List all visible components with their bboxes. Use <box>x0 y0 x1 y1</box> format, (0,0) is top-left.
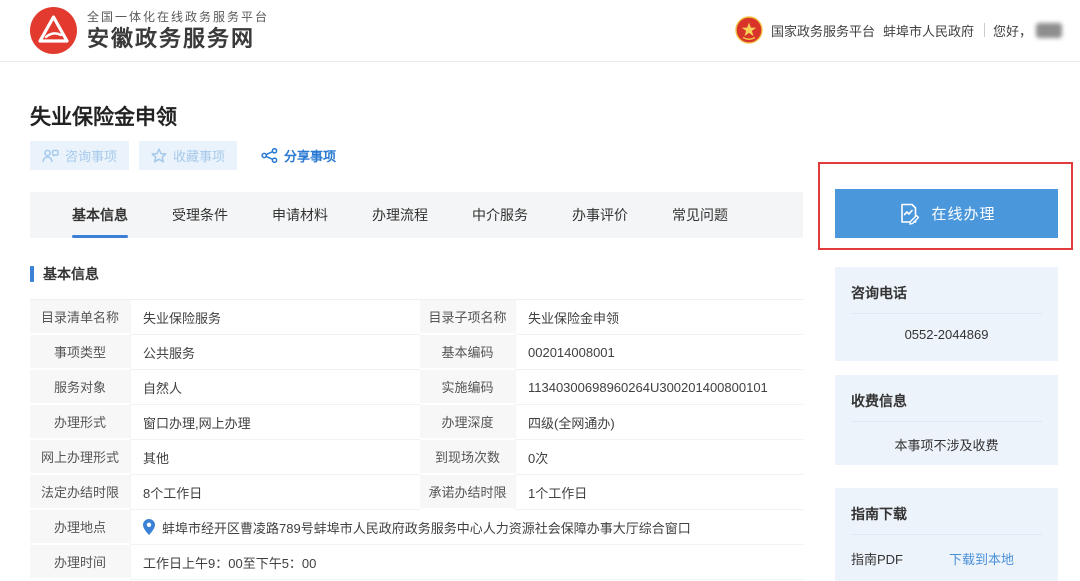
online-apply-button[interactable]: 在线办理 <box>835 189 1058 238</box>
table-value: 其他 <box>130 440 420 475</box>
table-row: 事项类型 公共服务 基本编码 002014008001 <box>30 335 803 370</box>
table-value: 失业保险服务 <box>130 300 420 335</box>
table-label: 到现场次数 <box>420 440 515 475</box>
item-actions: 咨询事项 收藏事项 分享事项 <box>30 141 340 170</box>
card-title: 咨询电话 <box>851 267 1042 314</box>
link-city-government[interactable]: 蚌埠市人民政府 <box>883 21 974 40</box>
tab-label: 办事评价 <box>572 207 628 223</box>
consult-item-label: 咨询事项 <box>65 146 117 165</box>
tab-application-materials[interactable]: 申请材料 <box>250 192 350 238</box>
table-label: 办理深度 <box>420 405 515 440</box>
table-label: 办理形式 <box>30 405 130 440</box>
site-header: 全国一体化在线政务服务平台 安徽政务服务网 国家政务服务平台 蚌埠市人民政府 您… <box>0 0 1080 62</box>
site-logo-icon <box>30 7 77 54</box>
guide-download-card: 指南下载 指南PDF 下载到本地 <box>835 488 1058 581</box>
tab-intermediary-services[interactable]: 中介服务 <box>450 192 550 238</box>
table-value: 11340300698960264U300201400800101 <box>515 370 803 405</box>
share-icon <box>261 148 278 163</box>
share-item-button[interactable]: 分享事项 <box>257 141 340 170</box>
tab-label: 常见问题 <box>672 207 728 223</box>
tab-label: 中介服务 <box>472 207 528 223</box>
download-local-link[interactable]: 下载到本地 <box>949 549 1014 568</box>
consult-item-button[interactable]: 咨询事项 <box>30 141 129 170</box>
page-title: 失业保险金申领 <box>30 101 177 131</box>
share-item-label: 分享事项 <box>284 146 336 165</box>
fee-info-card: 收费信息 本事项不涉及收费 <box>835 375 1058 465</box>
tab-bar: 基本信息 受理条件 申请材料 办理流程 中介服务 办事评价 常见问题 <box>30 192 803 238</box>
table-row: 网上办理形式 其他 到现场次数 0次 <box>30 440 803 475</box>
document-pen-icon <box>897 202 921 226</box>
table-label: 承诺办结时限 <box>420 475 515 510</box>
section-title: 基本信息 <box>43 264 99 284</box>
star-icon <box>151 148 167 163</box>
tab-label: 办理流程 <box>372 207 428 223</box>
table-label: 法定办结时限 <box>30 475 130 510</box>
table-label: 事项类型 <box>30 335 130 370</box>
consult-phone-number: 0552-2044869 <box>851 314 1042 342</box>
favorite-item-button[interactable]: 收藏事项 <box>139 141 237 170</box>
user-bar: 国家政务服务平台 蚌埠市人民政府 您好， <box>735 16 1062 44</box>
table-label: 办理地点 <box>30 510 130 545</box>
tab-label: 基本信息 <box>72 207 128 223</box>
tab-service-evaluation[interactable]: 办事评价 <box>550 192 650 238</box>
brand-logo-group[interactable]: 全国一体化在线政务服务平台 安徽政务服务网 <box>30 7 269 54</box>
table-value: 公共服务 <box>130 335 420 370</box>
section-accent-bar <box>30 266 34 282</box>
guide-pdf-label: 指南PDF <box>851 549 903 568</box>
greeting-text: 您好， <box>993 21 1032 40</box>
fee-info-text: 本事项不涉及收费 <box>851 422 1042 454</box>
table-label: 基本编码 <box>420 335 515 370</box>
tab-label: 申请材料 <box>272 207 328 223</box>
tab-handling-process[interactable]: 办理流程 <box>350 192 450 238</box>
national-emblem-icon <box>735 16 763 44</box>
tab-basic-info[interactable]: 基本信息 <box>50 192 150 238</box>
table-row-time: 办理时间 工作日上午9：00至下午5：00 <box>30 545 803 580</box>
table-label: 目录子项名称 <box>420 300 515 335</box>
table-row: 服务对象 自然人 实施编码 11340300698960264U30020140… <box>30 370 803 405</box>
table-label: 目录清单名称 <box>30 300 130 335</box>
header-divider <box>984 23 985 37</box>
app-root: 全国一体化在线政务服务平台 安徽政务服务网 国家政务服务平台 蚌埠市人民政府 您… <box>0 0 1080 581</box>
table-label: 服务对象 <box>30 370 130 405</box>
site-name: 安徽政务服务网 <box>87 25 269 53</box>
table-value-time: 工作日上午9：00至下午5：00 <box>130 545 803 580</box>
table-row: 目录清单名称 失业保险服务 目录子项名称 失业保险金申领 <box>30 300 803 335</box>
section-header: 基本信息 <box>30 264 99 284</box>
table-value: 自然人 <box>130 370 420 405</box>
table-value: 窗口办理,网上办理 <box>130 405 420 440</box>
username-redacted[interactable] <box>1036 23 1062 38</box>
consult-phone-card: 咨询电话 0552-2044869 <box>835 267 1058 361</box>
tab-acceptance-conditions[interactable]: 受理条件 <box>150 192 250 238</box>
tab-faq[interactable]: 常见问题 <box>650 192 750 238</box>
card-title: 收费信息 <box>851 375 1042 422</box>
table-label: 办理时间 <box>30 545 130 580</box>
card-title: 指南下载 <box>851 488 1042 535</box>
online-apply-label: 在线办理 <box>931 203 995 224</box>
table-label: 实施编码 <box>420 370 515 405</box>
table-value: 四级(全网通办) <box>515 405 803 440</box>
table-label: 网上办理形式 <box>30 440 130 475</box>
tab-label: 受理条件 <box>172 207 228 223</box>
table-value: 8个工作日 <box>130 475 420 510</box>
table-value: 失业保险金申领 <box>515 300 803 335</box>
consult-person-icon <box>42 149 59 163</box>
location-pin-icon <box>143 519 155 535</box>
link-national-platform[interactable]: 国家政务服务平台 <box>771 21 875 40</box>
address-text: 蚌埠市经开区曹凌路789号蚌埠市人民政府政务服务中心人力资源社会保障办事大厅综合… <box>162 518 691 537</box>
table-row: 法定办结时限 8个工作日 承诺办结时限 1个工作日 <box>30 475 803 510</box>
table-row: 办理形式 窗口办理,网上办理 办理深度 四级(全网通办) <box>30 405 803 440</box>
basic-info-table: 目录清单名称 失业保险服务 目录子项名称 失业保险金申领 事项类型 公共服务 基… <box>30 299 803 580</box>
platform-tagline: 全国一体化在线政务服务平台 <box>87 9 269 25</box>
guide-download-row: 指南PDF 下载到本地 <box>851 535 1042 568</box>
table-value: 002014008001 <box>515 335 803 370</box>
table-value-address: 蚌埠市经开区曹凌路789号蚌埠市人民政府政务服务中心人力资源社会保障办事大厅综合… <box>130 510 803 545</box>
table-row-address: 办理地点 蚌埠市经开区曹凌路789号蚌埠市人民政府政务服务中心人力资源社会保障办… <box>30 510 803 545</box>
favorite-item-label: 收藏事项 <box>173 146 225 165</box>
table-value: 1个工作日 <box>515 475 803 510</box>
table-value: 0次 <box>515 440 803 475</box>
